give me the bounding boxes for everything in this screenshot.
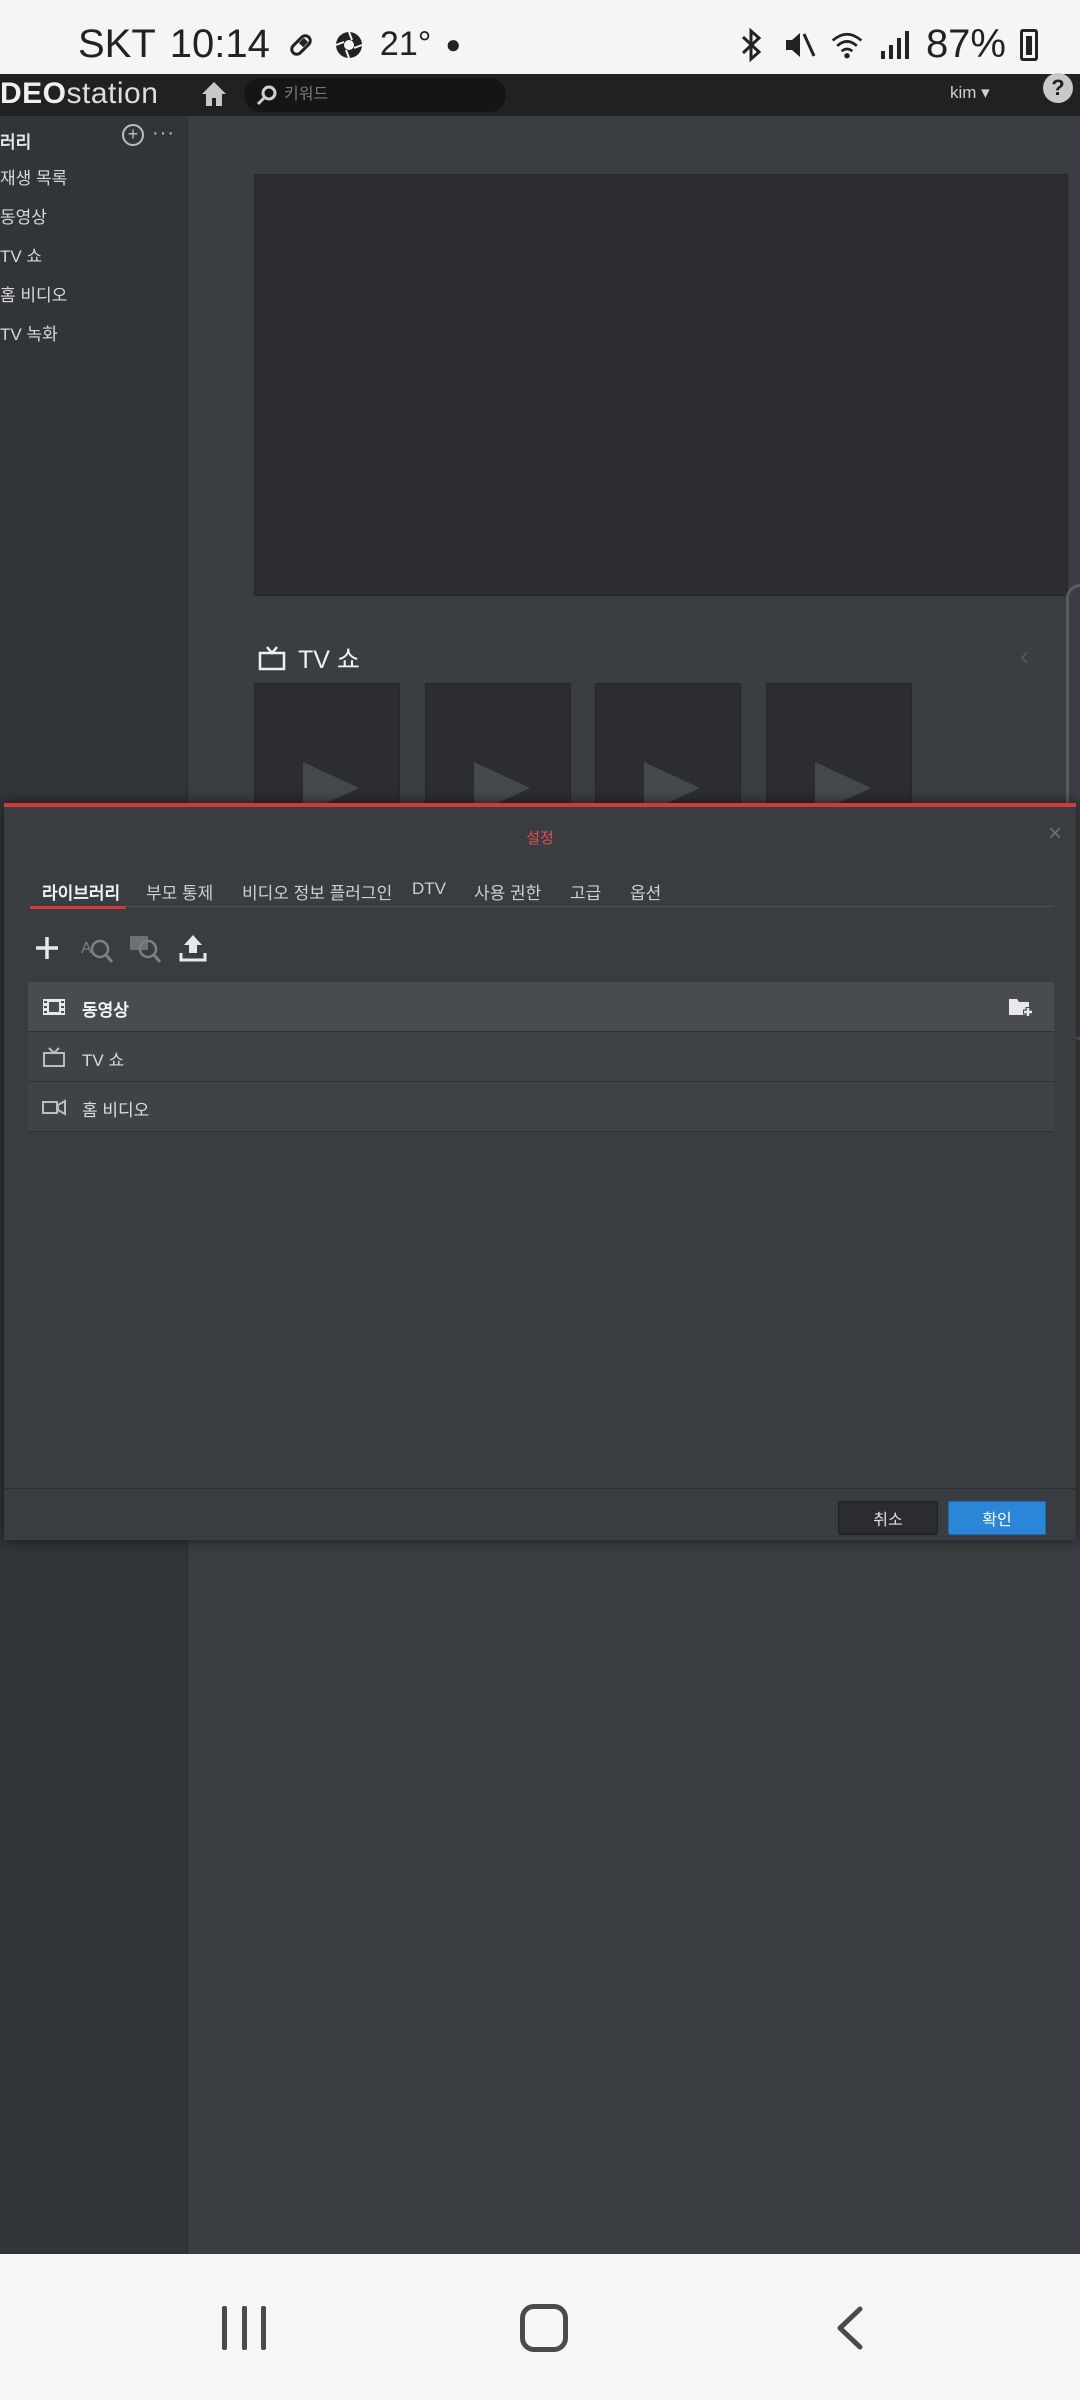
- active-tab-indicator: [30, 906, 126, 909]
- upload-icon[interactable]: [176, 931, 210, 965]
- tab-bar: 라이브러리 부모 통제 비디오 정보 플러그인 DTV 사용 권한 고급 옵션: [30, 871, 1054, 909]
- more-options-icon[interactable]: ···: [152, 122, 175, 145]
- tab-options[interactable]: 옵션: [630, 879, 661, 904]
- library-row-home-videos[interactable]: 홈 비디오: [28, 1082, 1054, 1132]
- play-icon: [644, 762, 700, 806]
- thumbnail-card[interactable]: [254, 683, 400, 807]
- add-library-icon[interactable]: +: [122, 124, 144, 146]
- rename-search-icon[interactable]: A: [80, 931, 114, 965]
- svg-text:A: A: [81, 940, 92, 957]
- film-icon: [43, 999, 65, 1015]
- recent-apps-icon[interactable]: [222, 2306, 266, 2350]
- library-label: 홈 비디오: [82, 1101, 150, 1120]
- app-logo[interactable]: DEOstation: [0, 77, 158, 111]
- settings-dialog: 설정 × 라이브러리 부모 통제 비디오 정보 플러그인 DTV 사용 권한 고…: [4, 803, 1076, 1540]
- wifi-icon: [830, 28, 864, 62]
- tab-permissions[interactable]: 사용 권한: [474, 879, 541, 904]
- signal-icon: [878, 28, 912, 62]
- camcorder-icon: [42, 1099, 66, 1116]
- tv-icon: [43, 1047, 65, 1067]
- back-icon[interactable]: [834, 2306, 864, 2350]
- home-icon[interactable]: [198, 78, 230, 110]
- carrier-label: SKT: [78, 22, 156, 66]
- play-icon: [815, 762, 871, 806]
- dialog-title: 설정: [526, 830, 554, 847]
- play-icon: [474, 762, 530, 806]
- add-icon[interactable]: [30, 931, 64, 965]
- sidebar-item-playlist[interactable]: 재생 목록: [0, 164, 67, 189]
- sidebar-item-home-videos[interactable]: 홈 비디오: [0, 281, 67, 306]
- dot-icon: ●: [445, 29, 462, 59]
- temperature: 21°: [379, 25, 432, 63]
- library-row-tv-shows[interactable]: TV 쇼: [28, 1032, 1054, 1082]
- tab-video-info-plugin[interactable]: 비디오 정보 플러그인: [242, 879, 392, 904]
- search-image-icon[interactable]: [128, 931, 162, 965]
- sidebar-title: 러리: [0, 133, 32, 152]
- play-icon: [303, 762, 359, 806]
- sidebar-item-tv-recordings[interactable]: TV 녹화: [0, 320, 58, 345]
- cancel-button[interactable]: 취소: [838, 1501, 938, 1535]
- library-label: 동영상: [82, 1001, 129, 1020]
- battery-percent: 87%: [925, 22, 1006, 66]
- search-input[interactable]: [284, 80, 484, 110]
- library-label: TV 쇼: [82, 1051, 125, 1070]
- section-header: TV 쇼: [258, 640, 360, 676]
- tab-parental-control[interactable]: 부모 통제: [146, 879, 213, 904]
- battery-icon: [1020, 28, 1038, 61]
- chevron-left-icon[interactable]: ‹: [1020, 640, 1029, 672]
- system-nav-bar: [0, 2254, 1080, 2400]
- section-title: TV 쇼: [298, 646, 360, 674]
- featured-panel: [254, 174, 1068, 596]
- add-folder-icon[interactable]: [1008, 996, 1034, 1018]
- tab-dtv[interactable]: DTV: [412, 879, 446, 899]
- pill-icon: [284, 28, 318, 62]
- tab-library[interactable]: 라이브러리: [42, 879, 120, 904]
- app-header: DEOstation kim ▾: [0, 74, 1080, 116]
- library-row-movies[interactable]: 동영상: [28, 982, 1054, 1032]
- help-icon[interactable]: ?: [1043, 73, 1073, 103]
- mute-icon: [782, 28, 816, 62]
- close-icon[interactable]: ×: [1048, 820, 1062, 848]
- user-menu[interactable]: kim ▾: [950, 83, 990, 103]
- status-bar: SKT 10:14 21° ● 87%: [0, 0, 1080, 74]
- sidebar-item-tv-shows[interactable]: TV 쇼: [0, 242, 42, 267]
- sidebar-item-movies[interactable]: 동영상: [0, 203, 47, 228]
- thumbnail-card[interactable]: [425, 683, 571, 807]
- dialog-footer: 취소 확인: [4, 1488, 1076, 1544]
- library-list: 동영상 TV 쇼 홈 비디오: [28, 982, 1054, 1132]
- tv-icon: [258, 646, 286, 671]
- confirm-button[interactable]: 확인: [948, 1501, 1046, 1535]
- home-button-icon[interactable]: [520, 2304, 568, 2352]
- clock: 10:14: [169, 22, 270, 66]
- thumbnail-card[interactable]: [766, 683, 912, 807]
- bluetooth-icon: [734, 27, 768, 62]
- thumbnail-card[interactable]: [595, 683, 741, 807]
- tab-advanced[interactable]: 고급: [570, 879, 601, 904]
- aperture-icon: [332, 28, 366, 62]
- search-icon: [256, 85, 277, 106]
